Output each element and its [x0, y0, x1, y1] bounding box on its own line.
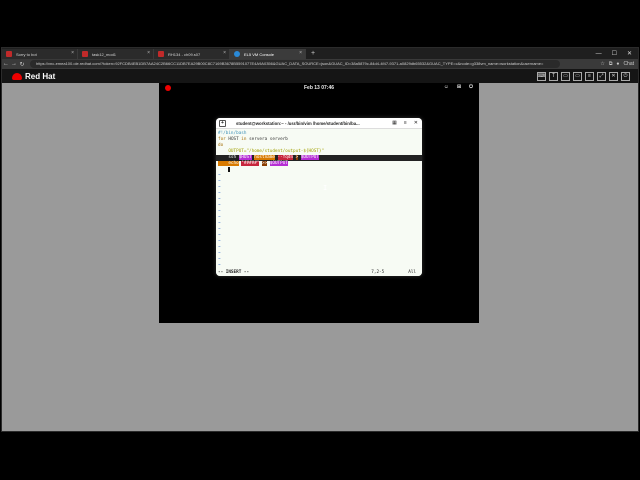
terminal-titlebar: + student@workstation:~ - /usr/bin/vim /… — [216, 118, 422, 129]
display-icon[interactable]: ▭ — [573, 71, 582, 81]
minimize-icon[interactable]: — — [596, 49, 602, 59]
code-text: HOST — [225, 137, 242, 142]
screen: Sorry to bot × task12_mod1 × RH134 - ch0… — [0, 0, 640, 480]
terminal-window[interactable]: + student@workstation:~ - /usr/bin/vim /… — [216, 118, 422, 276]
disconnect-icon[interactable]: ✕ — [609, 71, 618, 81]
new-tab-icon[interactable]: + — [219, 119, 226, 127]
code-token: $OUTPUT — [300, 155, 319, 160]
text-cursor — [228, 167, 231, 172]
vim-mode: -- INSERT -- — [218, 270, 250, 275]
terminal-title: student@workstation:~ - /usr/bin/vim /ho… — [236, 120, 360, 126]
cursor-position: 7,2-5 — [371, 270, 385, 275]
maximize-icon[interactable]: ☐ — [612, 49, 617, 59]
code-token: hostname — [254, 155, 275, 160]
window-controls: — ☐ ✕ — [596, 49, 638, 59]
redhat-brand: Red Hat — [25, 71, 56, 81]
vim-statusline: -- INSERT -- 7,2-5 All — [216, 269, 422, 276]
close-window-icon[interactable]: ✕ — [627, 49, 632, 59]
redhat-hat-icon — [12, 72, 22, 80]
code-text: OUTPUT="/home/student/output-${HOST}" — [218, 149, 325, 154]
fullscreen-icon[interactable]: ⤢ — [597, 71, 606, 81]
redhat-logo: Red Hat — [12, 72, 55, 81]
code-token: echo — [218, 161, 239, 166]
reload-icon[interactable]: ↻ — [18, 61, 26, 68]
new-tab-button[interactable]: + — [306, 49, 320, 59]
keyword: for — [218, 137, 226, 142]
tab-label: task12_mod1 — [92, 51, 117, 57]
close-icon[interactable]: ✕ — [414, 120, 418, 126]
globe-favicon-icon — [234, 51, 240, 57]
url-field[interactable]: https://vnc-emea100.ole.redhat.com/?toke… — [30, 60, 561, 68]
text-icon[interactable]: T — [549, 71, 558, 81]
terminal-buttons: ▦ ≡ ✕ — [392, 120, 418, 126]
close-icon[interactable]: × — [299, 50, 302, 56]
forward-icon[interactable]: → — [10, 61, 18, 67]
tab-sorry[interactable]: Sorry to bot × — [2, 49, 78, 59]
code-token: $HOST — [238, 155, 252, 160]
keyboard-icon[interactable]: ⌨ — [537, 71, 546, 81]
vim-buffer[interactable]: #!/bin/bash for HOST in servera serverb … — [216, 129, 422, 271]
accessibility-icon[interactable]: ☺ — [444, 84, 449, 90]
power-icon[interactable]: ⏻ — [469, 84, 473, 90]
vm-console[interactable]: Feb 13 07:46 ☺ ⊞ ⏻ + student@workstation… — [159, 83, 479, 323]
redhat-favicon-icon — [82, 51, 88, 57]
power-icon[interactable]: ⏻ — [621, 71, 630, 81]
clipboard-icon[interactable]: ▭ — [561, 71, 570, 81]
code-token: >> — [262, 161, 268, 166]
code-token: --fqdn — [277, 155, 294, 160]
redhat-header: Red Hat ⌨ T ▭ ▭ ≡ ⤢ ✕ ⏻ — [2, 69, 638, 83]
redhat-favicon-icon — [158, 51, 164, 57]
back-icon[interactable]: ← — [2, 61, 10, 67]
tab-label: EL5 VM Console — [244, 51, 275, 57]
profile-label[interactable]: Chat — [623, 61, 634, 67]
code-text: ssh — [218, 155, 237, 160]
menu-icon[interactable]: ≡ — [404, 120, 407, 126]
code-token: "#####" — [241, 161, 260, 166]
code-token: $OUTPUT — [269, 161, 288, 166]
settings-icon[interactable]: ≡ — [585, 71, 594, 81]
gnome-top-bar: Feb 13 07:46 ☺ ⊞ ⏻ — [159, 83, 479, 93]
tab-bar: Sorry to bot × task12_mod1 × RH134 - ch0… — [2, 48, 638, 59]
tab-rh134[interactable]: RH134 - ch09.s07 × — [154, 49, 230, 59]
close-icon[interactable]: × — [223, 50, 226, 56]
profile-icon[interactable]: ● — [616, 61, 619, 67]
system-tray[interactable]: ☺ ⊞ ⏻ — [444, 84, 473, 90]
scroll-percent: All — [408, 270, 416, 275]
tab-vm-console[interactable]: EL5 VM Console × — [230, 49, 306, 59]
grid-icon[interactable]: ▦ — [392, 120, 397, 126]
close-icon[interactable]: × — [147, 50, 150, 56]
shebang: #!/bin/bash — [218, 131, 247, 136]
activities-icon[interactable] — [165, 85, 171, 91]
keyword: do — [218, 143, 224, 148]
clock[interactable]: Feb 13 07:46 — [304, 85, 334, 91]
tab-label: Sorry to bot — [16, 51, 37, 57]
tab-task12[interactable]: task12_mod1 × — [78, 49, 154, 59]
tab-label: RH134 - ch09.s07 — [168, 51, 201, 57]
close-icon[interactable]: × — [71, 50, 74, 56]
extension-icons: ☆ ⧉ ● Chat — [600, 61, 638, 67]
code-token: > — [295, 155, 299, 160]
extensions-icon[interactable]: ⧉ — [609, 61, 613, 67]
redhat-favicon-icon — [6, 51, 12, 57]
mouse-ibeam-icon: I — [323, 184, 328, 192]
star-icon[interactable]: ☆ — [600, 61, 604, 67]
console-toolbar: ⌨ T ▭ ▭ ≡ ⤢ ✕ ⏻ — [537, 71, 630, 81]
code-text: servera serverb — [246, 137, 288, 142]
network-icon[interactable]: ⊞ — [457, 84, 461, 90]
address-bar: ← → ↻ https://vnc-emea100.ole.redhat.com… — [2, 59, 638, 69]
